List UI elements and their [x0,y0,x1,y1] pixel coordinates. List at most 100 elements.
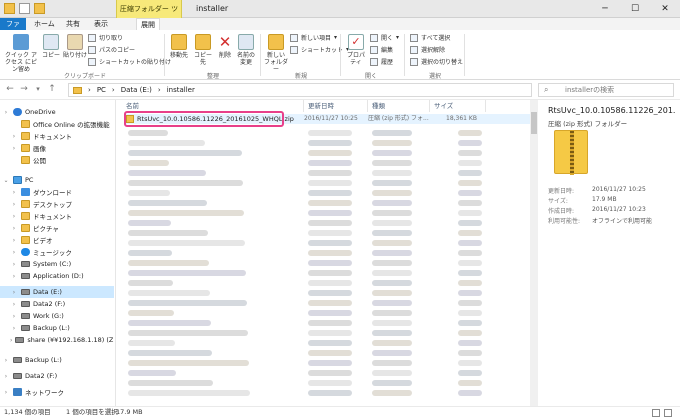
recent-locations-chevron-icon[interactable]: ▾ [32,85,44,93]
breadcrumb-installer[interactable]: installer [167,84,195,96]
chevron-icon[interactable]: › [10,237,18,244]
nav-item[interactable]: › Data (E:) [0,286,114,298]
folder-icon[interactable] [4,3,15,14]
chevron-icon[interactable]: › [10,189,18,196]
chevron-icon[interactable]: › [10,337,12,344]
nav-item[interactable]: › ダウンロード [0,186,114,198]
move-to-button[interactable]: 移動先 [168,34,190,59]
chevron-icon[interactable]: › [10,313,18,320]
details-view-icon[interactable] [652,409,660,417]
address-box[interactable]: › PC › Data (E:) › installer [68,83,532,97]
nav-item[interactable]: › ネットワーク [0,386,114,398]
chevron-icon[interactable]: › [10,213,18,220]
chevron-icon[interactable]: › [10,273,18,280]
context-tab-compressed-folder-tools[interactable]: 圧縮フォルダー ツール [116,0,182,31]
blurred-file-row [372,250,412,256]
column-header-type[interactable]: 種類 [368,100,430,112]
open-button[interactable]: 開く ▾ [370,33,399,42]
breadcrumb-pc[interactable]: PC [97,84,106,96]
maximize-button[interactable]: ☐ [620,0,650,18]
column-header-modified[interactable]: 更新日時 [304,100,368,112]
chevron-icon[interactable]: › [10,325,18,332]
paste-shortcut-button[interactable]: ショートカットの貼り付け [88,57,171,66]
nav-item[interactable]: › OneDrive [0,106,114,118]
chevron-icon[interactable]: › [10,289,18,296]
blurred-file-row [372,160,412,166]
breadcrumb-data-e[interactable]: Data (E:) [121,84,152,96]
chevron-icon[interactable]: ⌄ [2,177,10,184]
cut-button[interactable]: 切り取り [88,33,123,42]
invert-selection-button[interactable]: 選択の切り替え [410,57,463,66]
tab-home[interactable]: ホーム [30,18,59,30]
vertical-scrollbar[interactable] [530,100,538,406]
rename-button[interactable]: 名前の変更 [236,34,256,66]
folder-icon [21,212,30,220]
properties-button[interactable]: ✓ プロパティ [344,34,368,66]
chevron-icon[interactable]: › [10,225,18,232]
nav-item[interactable]: › Data2 (F:) [0,370,114,382]
nav-item[interactable]: › デスクトップ [0,198,114,210]
nav-item[interactable]: › ミュージック [0,246,114,258]
tab-extract[interactable]: 展開 [136,18,160,30]
nav-item[interactable]: › 画像 [0,142,114,154]
blurred-file-row [458,390,482,396]
large-icons-view-icon[interactable] [664,409,672,417]
nav-item[interactable]: › ビデオ [0,234,114,246]
paste-button[interactable]: 貼り付け [62,34,88,59]
nav-item[interactable]: Office Online の拡張機能 [0,118,114,130]
chevron-icon[interactable]: › [10,261,18,268]
blurred-file-row [372,280,412,286]
tab-share[interactable]: 共有 [62,18,84,30]
new-folder-icon[interactable] [34,3,45,14]
nav-item[interactable]: › ドキュメント [0,210,114,222]
nav-item[interactable]: › Backup (L:) [0,354,114,366]
chevron-icon[interactable]: › [10,201,18,208]
chevron-icon[interactable]: › [10,133,18,140]
nav-item[interactable]: › Application (D:) [0,270,114,282]
back-arrow-icon[interactable]: ← [4,84,16,94]
history-button[interactable]: 履歴 [370,57,393,66]
nav-item[interactable]: › Work (G:) [0,310,114,322]
new-item-button[interactable]: 新しい項目 ▾ [290,33,337,42]
blurred-file-row [458,150,482,156]
column-header-size[interactable]: サイズ [430,100,486,112]
tab-view[interactable]: 表示 [90,18,112,30]
nav-item[interactable]: › Data2 (F:) [0,298,114,310]
nav-item[interactable]: › share (¥¥192.168.1.18) (Z:) [0,334,114,346]
copy-to-button[interactable]: コピー先 [192,34,214,66]
nav-item[interactable]: › Backup (L:) [0,322,114,334]
nav-item[interactable]: › ピクチャ [0,222,114,234]
chevron-icon[interactable]: › [2,373,10,380]
nav-item-label: Application (D:) [33,272,84,280]
forward-arrow-icon[interactable]: → [18,84,30,94]
nav-item[interactable]: 公開 [0,154,114,166]
edit-button[interactable]: 編集 [370,45,393,54]
minimize-button[interactable]: ─ [590,0,620,18]
pin-quick-access-button[interactable]: クイック アクセス にピン留め [4,34,38,73]
close-button[interactable]: ✕ [650,0,680,18]
scrollbar-thumb[interactable] [531,112,537,134]
chevron-icon[interactable]: › [10,145,18,152]
new-folder-button[interactable]: 新しい フォルダー [264,34,288,73]
chevron-icon[interactable]: › [10,301,18,308]
properties-icon[interactable] [19,3,30,14]
delete-button[interactable]: ✕ 削除 [216,34,234,59]
chevron-icon[interactable]: › [2,109,10,116]
nav-item[interactable]: ⌄ PC [0,174,114,186]
chevron-icon[interactable]: › [2,389,10,396]
chevron-icon[interactable]: › [10,249,18,256]
select-none-button[interactable]: 選択解除 [410,45,445,54]
search-input[interactable]: installerの検索 [538,83,674,97]
copy-button[interactable]: コピー [40,34,62,59]
network-icon [13,388,22,396]
select-all-button[interactable]: すべて選択 [410,33,450,42]
nav-item[interactable]: › System (C:) [0,258,114,270]
blurred-file-row [372,300,412,306]
folder-icon [21,236,30,244]
up-arrow-icon[interactable]: ↑ [46,84,58,94]
tab-file[interactable]: ファイル [0,18,26,40]
nav-item[interactable]: › ドキュメント [0,130,114,142]
chevron-icon[interactable]: › [2,357,10,364]
copy-path-button[interactable]: パスのコピー [88,45,135,54]
nav-item-label: ドキュメント [33,213,72,221]
